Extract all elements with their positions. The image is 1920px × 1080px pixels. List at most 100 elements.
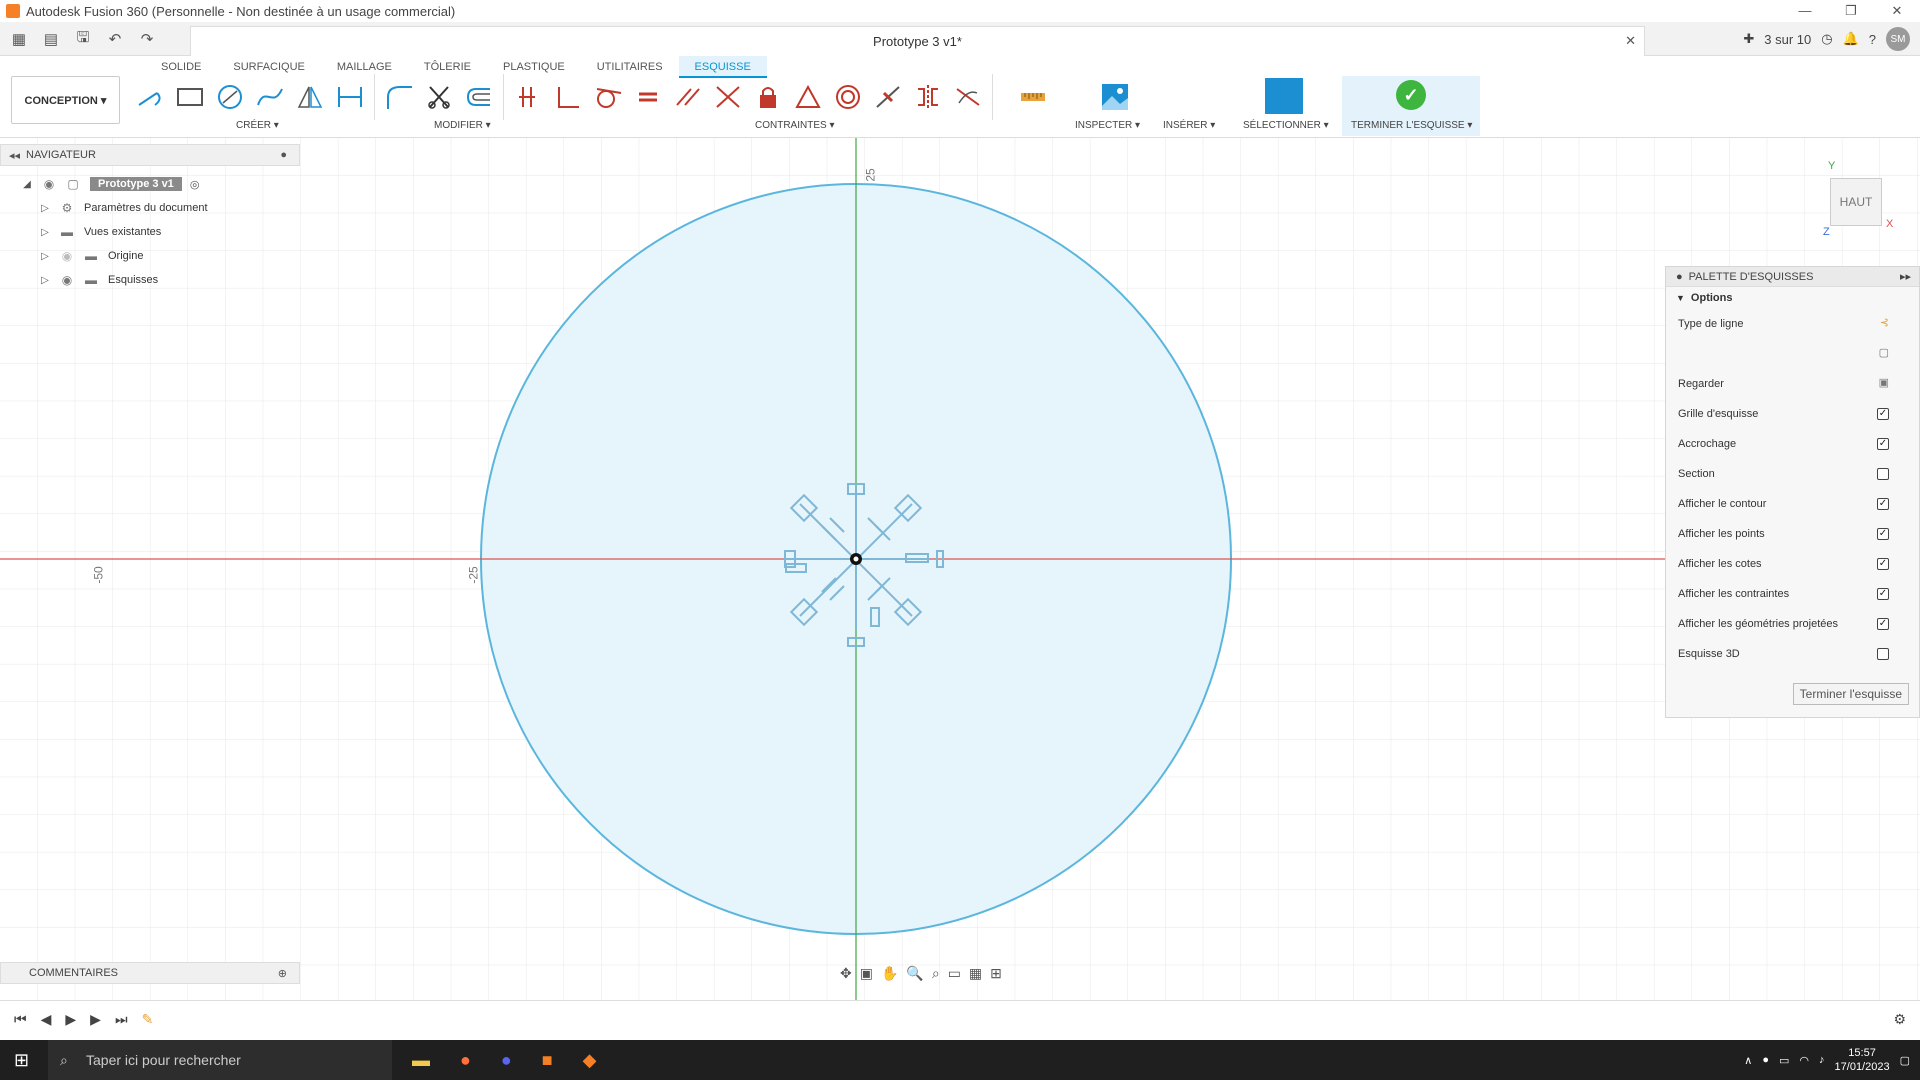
palette-option-row[interactable]: Regarder ▣ (1666, 369, 1919, 399)
palette-option-checkbox[interactable]: ✓ (1877, 528, 1889, 540)
navigator-header[interactable]: ◂◂ NAVIGATEUR ● (0, 144, 300, 166)
tab-esquisse[interactable]: ESQUISSE (678, 56, 767, 78)
redo-icon[interactable]: ↷ (134, 30, 160, 48)
taskbar-search[interactable]: ⌕ Taper ici pour rechercher (48, 1040, 392, 1080)
orbit-icon[interactable]: ✥ (840, 965, 852, 982)
circle-tool-icon[interactable] (210, 80, 250, 114)
user-avatar[interactable]: SM (1886, 27, 1910, 51)
activate-radio-icon[interactable]: ◎ (190, 178, 200, 191)
undo-icon[interactable]: ↶ (102, 30, 128, 48)
palette-option-checkbox[interactable] (1877, 648, 1889, 660)
minimize-icon[interactable]: — (1782, 0, 1828, 22)
tray-discord-icon[interactable]: ● (1762, 1054, 1769, 1066)
finish-sketch-check-icon[interactable]: ✓ (1396, 80, 1426, 110)
file-menu-icon[interactable]: ▤ (38, 30, 64, 48)
fillet-tool-icon[interactable] (379, 80, 419, 114)
palette-option-checkbox[interactable]: ✓ (1877, 588, 1889, 600)
file-explorer-icon[interactable]: ▬ (412, 1050, 430, 1071)
fix-constraint-icon[interactable] (748, 80, 788, 114)
wifi-icon[interactable]: ◠ (1799, 1054, 1809, 1067)
options-section-header[interactable]: ▼ Options (1666, 287, 1919, 309)
palette-option-row[interactable]: Afficher les géométries projetées ✓ (1666, 609, 1919, 639)
equal-constraint-icon[interactable] (628, 80, 668, 114)
expand-triangle-icon[interactable]: ▷ (38, 275, 52, 286)
tab-plastique[interactable]: PLASTIQUE (487, 56, 581, 78)
line-type-icon[interactable]: ⊰ (1880, 316, 1889, 329)
look-at-icon[interactable]: ▣ (860, 965, 873, 982)
save-icon[interactable]: 🖫 (70, 27, 96, 52)
tree-item-sketches[interactable]: ▷ ◉ ▬ Esquisses (20, 268, 208, 292)
taskbar-clock[interactable]: 15:57 17/01/2023 (1835, 1046, 1890, 1074)
clock-icon[interactable]: ◷ (1821, 31, 1832, 47)
view-cube-face-label[interactable]: HAUT (1840, 195, 1873, 209)
palette-pin-icon[interactable]: ● (1676, 271, 1683, 283)
discord-icon[interactable]: ● (501, 1050, 512, 1071)
group-modify-button[interactable]: MODIFIER ▾ (434, 120, 491, 131)
windows-start-icon[interactable]: ⊞ (14, 1050, 29, 1071)
eye-hidden-icon[interactable]: ◉ (58, 249, 76, 263)
expand-triangle-icon[interactable]: ▷ (38, 203, 52, 214)
sketch-timeline-item-icon[interactable]: ✎ (142, 1011, 154, 1028)
line-tool-icon[interactable] (130, 80, 170, 114)
root-component-label[interactable]: Prototype 3 v1 (90, 177, 182, 191)
grid-settings-icon[interactable]: ▦ (969, 965, 982, 982)
curvature-constraint-icon[interactable] (948, 80, 988, 114)
collapse-navigator-icon[interactable]: ◂◂ (9, 149, 20, 162)
palette-option-checkbox[interactable]: ✓ (1877, 438, 1889, 450)
document-tab[interactable]: Prototype 3 v1* ✕ (190, 26, 1645, 56)
group-create-button[interactable]: CRÉER ▾ (236, 120, 279, 131)
palette-option-row[interactable]: ▢ (1666, 339, 1919, 369)
restore-icon[interactable]: ❐ (1828, 0, 1874, 22)
palette-option-row[interactable]: Afficher les contraintes ✓ (1666, 579, 1919, 609)
autodesk-taskbar-icon[interactable]: ◆ (583, 1050, 597, 1071)
new-tab-icon[interactable]: ✚ (1743, 31, 1754, 47)
expand-triangle-icon[interactable]: ▷ (38, 227, 52, 238)
tree-item-named-views[interactable]: ▷ ▬ Vues existantes (20, 220, 208, 244)
sketch-palette-header[interactable]: ● PALETTE D'ESQUISSES ▸▸ (1666, 267, 1919, 287)
viewports-icon[interactable]: ⊞ (990, 965, 1002, 982)
job-status[interactable]: 3 sur 10 (1764, 32, 1811, 47)
midpoint-constraint-icon[interactable] (868, 80, 908, 114)
grid-menu-icon[interactable]: ▦ (6, 30, 32, 48)
palette-option-checkbox[interactable] (1877, 468, 1889, 480)
spline-tool-icon[interactable] (250, 80, 290, 114)
expand-triangle-icon[interactable]: ▷ (38, 251, 52, 262)
add-comment-icon[interactable]: ⊕ (278, 967, 287, 980)
fusion-taskbar-icon[interactable]: ■ (542, 1050, 553, 1071)
zoom-icon[interactable]: 🔍 (906, 965, 923, 982)
pan-icon[interactable]: ✋ (881, 965, 898, 982)
display-settings-icon[interactable]: ▭ (948, 965, 961, 982)
sketch-canvas[interactable]: 25 -50 -25 (0, 138, 1920, 1000)
notification-center-icon[interactable]: ▢ (1900, 1054, 1910, 1067)
tab-tolerie[interactable]: TÔLERIE (408, 56, 487, 78)
view-cube[interactable]: HAUT (1830, 178, 1882, 226)
fit-icon[interactable]: ⌕ (932, 965, 940, 982)
insert-image-icon[interactable] (1095, 80, 1135, 114)
help-icon[interactable]: ? (1869, 32, 1876, 47)
rectangle-tool-icon[interactable] (170, 80, 210, 114)
tree-item-document-settings[interactable]: ▷ ⚙ Paramètres du document (20, 196, 207, 220)
palette-option-row[interactable]: Grille d'esquisse ✓ (1666, 399, 1919, 429)
mirror-tool-icon[interactable] (290, 80, 330, 114)
palette-option-checkbox[interactable]: ✓ (1877, 558, 1889, 570)
triangle-constraint-icon[interactable] (788, 80, 828, 114)
group-inspect-button[interactable]: INSPECTER ▾ (1075, 120, 1140, 131)
firefox-icon[interactable]: ● (460, 1050, 471, 1071)
go-to-start-icon[interactable]: ⏮ (14, 1011, 27, 1028)
palette-option-row[interactable]: Afficher les points ✓ (1666, 519, 1919, 549)
navigator-pin-icon[interactable]: ● (280, 149, 287, 161)
palette-option-row[interactable]: Accrochage ✓ (1666, 429, 1919, 459)
comments-bar[interactable]: COMMENTAIRES ⊕ (0, 962, 300, 984)
close-window-icon[interactable]: ✕ (1874, 0, 1920, 22)
palette-option-checkbox[interactable]: ✓ (1877, 408, 1889, 420)
dimension-tool-icon[interactable] (330, 80, 370, 114)
eye-icon[interactable]: ◉ (40, 177, 58, 191)
tab-utilitaires[interactable]: UTILITAIRES (581, 56, 679, 78)
palette-option-row[interactable]: Type de ligne ⊰ (1666, 309, 1919, 339)
perpendicular-constraint-icon[interactable] (548, 80, 588, 114)
sketch-viewport[interactable] (0, 138, 1920, 1000)
symmetry-constraint-icon[interactable] (908, 80, 948, 114)
timeline-settings-gear-icon[interactable]: ⚙ (1893, 1011, 1906, 1028)
step-forward-icon[interactable]: ▶ (90, 1011, 101, 1028)
palette-expand-icon[interactable]: ▸▸ (1900, 270, 1911, 283)
